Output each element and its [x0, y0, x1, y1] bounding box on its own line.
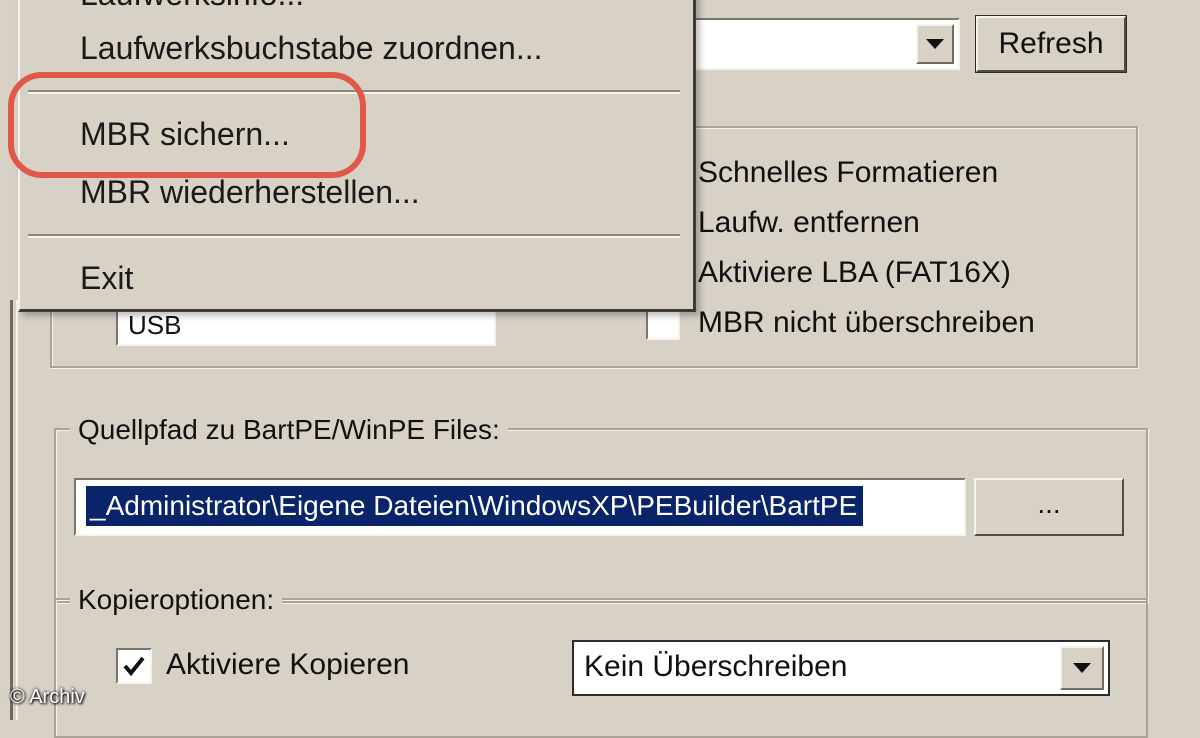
menu-separator	[28, 234, 680, 238]
chevron-down-icon	[926, 39, 944, 49]
enable-copy-checkbox[interactable]	[116, 648, 152, 684]
copy-options-legend: Kopieroptionen:	[70, 584, 283, 616]
refresh-button[interactable]: Refresh	[975, 15, 1127, 73]
browse-button[interactable]: ...	[974, 478, 1124, 536]
source-path-legend: Quellpfad zu BartPE/WinPE Files:	[70, 414, 508, 446]
drive-dropdown-button[interactable]	[916, 24, 954, 64]
copyright-text: © Archiv	[10, 686, 85, 708]
source-path-selected-text: _Administrator\Eigene Dateien\WindowsXP\…	[86, 486, 864, 526]
checkmark-icon	[123, 656, 145, 677]
source-path-input[interactable]: _Administrator\Eigene Dateien\WindowsXP\…	[74, 478, 966, 536]
menu-item-assign-drive-letter[interactable]: Laufwerksbuchstabe zuordnen...	[80, 30, 543, 67]
drive-select[interactable]	[690, 18, 960, 70]
no-mbr-overwrite-label[interactable]: MBR nicht überschreiben	[698, 306, 1035, 338]
quick-format-label[interactable]: Schnelles Formatieren	[698, 156, 998, 190]
menu-item-exit[interactable]: Exit	[80, 260, 133, 297]
menu-item-drive-info[interactable]: Laufwerksinfo...	[80, 0, 304, 13]
window-left-border	[10, 300, 13, 720]
window-left-border-highlight	[16, 300, 18, 720]
overwrite-select-value: Kein Überschreiben	[584, 650, 848, 683]
remove-drive-label[interactable]: Laufw. entfernen	[698, 206, 920, 240]
enable-copy-label[interactable]: Aktiviere Kopieren	[166, 648, 409, 682]
menu-item-restore-mbr[interactable]: MBR wiederherstellen...	[80, 174, 420, 211]
chevron-down-icon	[1073, 663, 1091, 673]
overwrite-select[interactable]: Kein Überschreiben	[572, 640, 1110, 696]
highlight-annotation	[8, 72, 366, 178]
overwrite-dropdown-button[interactable]	[1060, 646, 1104, 690]
enable-lba-label[interactable]: Aktiviere LBA (FAT16X)	[698, 256, 1011, 290]
